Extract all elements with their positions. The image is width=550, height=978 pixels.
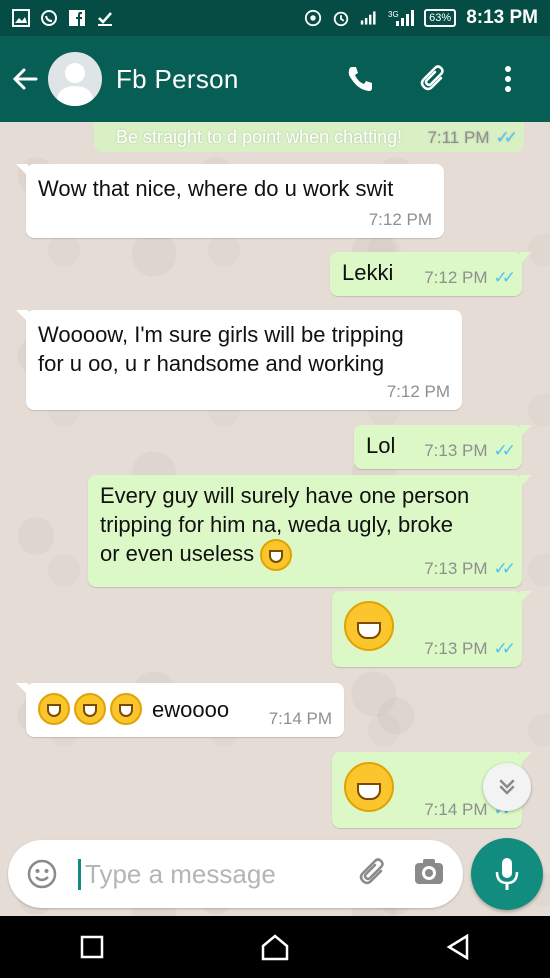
message-text: Lekki: [342, 260, 394, 285]
message-outgoing[interactable]: Every guy will surely have one person tr…: [88, 475, 532, 587]
svg-text:3G: 3G: [388, 10, 399, 19]
signal-3g-icon: 3G: [388, 9, 415, 27]
message-emoji: [344, 762, 394, 812]
battery-indicator: 63%: [424, 9, 457, 27]
message-meta: 7:11 PM ✓✓: [427, 128, 518, 148]
message-incoming[interactable]: ewoooo 7:14 PM: [16, 683, 344, 737]
composer-actions: [357, 856, 445, 893]
chat-header: Fb Person: [0, 36, 550, 122]
whatsapp-icon: [40, 9, 58, 27]
message-time: 7:12 PM: [368, 210, 432, 229]
message-meta: 7:14 PM: [269, 709, 332, 729]
message-text: Lol: [366, 433, 396, 458]
home-button[interactable]: [245, 922, 305, 972]
read-receipt-icon: ✓✓: [493, 441, 516, 460]
smiley-icon: [27, 859, 57, 889]
message-time: 7:12 PM: [424, 268, 488, 287]
voice-record-button[interactable]: [471, 838, 543, 910]
status-bar: 3G 63% 8:13 PM: [0, 0, 550, 36]
message-text: Woooow, I'm sure girls will be tripping …: [38, 320, 404, 378]
message-meta: 7:12 PM: [387, 382, 450, 402]
back-nav-button[interactable]: [428, 922, 488, 972]
home-icon: [261, 934, 289, 961]
message-text: Every guy will surely have one person tr…: [100, 481, 470, 572]
read-receipt-icon: ✓✓: [493, 559, 516, 578]
default-person-icon: [56, 63, 94, 106]
read-receipt-icon: ✓✓: [493, 639, 516, 658]
message-meta: 7:13 PM ✓✓: [424, 441, 516, 461]
message-text: ewoooo: [38, 693, 229, 725]
gallery-icon: [12, 9, 30, 27]
tears-of-joy-emoji-icon: [38, 693, 70, 725]
message-line: tripping for him na, weda ugly, broke: [100, 512, 453, 537]
message-incoming[interactable]: Wow that nice, where do u work swit 7:12…: [16, 164, 444, 238]
recent-apps-button[interactable]: [62, 922, 122, 972]
microphone-icon: [495, 858, 519, 890]
tears-of-joy-emoji-icon: [74, 693, 106, 725]
message-meta: 7:12 PM: [369, 210, 432, 230]
more-options-button[interactable]: [486, 57, 530, 101]
rolling-laughing-emoji-icon: [344, 601, 394, 651]
attach-button[interactable]: [357, 856, 389, 893]
message-outgoing[interactable]: Lol 7:13 PM ✓✓: [354, 425, 532, 469]
message-line: for u oo, u r handsome and working: [38, 351, 385, 376]
grinning-emoji-icon: [344, 762, 394, 812]
square-icon: [80, 935, 103, 959]
facebook-icon: [68, 9, 86, 27]
message-line: Every guy will surely have one person: [100, 483, 470, 508]
message-time: 7:13 PM: [424, 559, 488, 578]
message-incoming[interactable]: Woooow, I'm sure girls will be tripping …: [16, 310, 462, 410]
header-actions: [338, 57, 530, 101]
system-icons: 3G 63% 8:13 PM: [304, 7, 538, 29]
banner-text: Be straight to d point when chatting!: [116, 126, 403, 147]
contact-name[interactable]: Fb Person: [116, 64, 239, 95]
emoji-button[interactable]: [20, 852, 64, 896]
message-time: 7:14 PM: [424, 800, 488, 819]
tears-of-joy-emoji-icon: [110, 693, 142, 725]
chevron-double-down-icon: [499, 779, 515, 795]
pinned-message-banner[interactable]: Be straight to d point when chatting! 7:…: [94, 122, 524, 152]
message-input[interactable]: [78, 858, 328, 890]
more-vertical-icon: [505, 66, 511, 92]
arrow-left-icon: [12, 68, 38, 90]
message-line: or even useless: [100, 539, 469, 572]
message-text: Wow that nice, where do u work swit: [38, 176, 394, 201]
triangle-back-icon: [446, 933, 469, 961]
message-time: 7:13 PM: [424, 441, 488, 460]
message-time: 7:12 PM: [386, 382, 450, 401]
read-receipt-icon: ✓✓: [495, 128, 518, 147]
message-time: 7:13 PM: [424, 639, 488, 658]
message-time: 7:11 PM: [427, 128, 490, 147]
download-done-icon: [96, 9, 114, 27]
message-line: Woooow, I'm sure girls will be tripping: [38, 322, 404, 347]
paperclip-icon: [420, 65, 444, 91]
message-meta: 7:13 PM ✓✓: [424, 559, 516, 579]
system-nav-bar: [0, 916, 550, 978]
notification-icons: [12, 9, 114, 27]
message-meta: 7:12 PM ✓✓: [424, 268, 516, 288]
camera-button[interactable]: [413, 856, 445, 893]
message-composer: [8, 840, 463, 908]
back-button[interactable]: [2, 56, 48, 102]
grinning-emoji-icon: [260, 539, 293, 572]
alarm-icon: [332, 9, 350, 27]
hotspot-icon: [304, 9, 322, 27]
message-line-text: or even useless: [100, 541, 255, 566]
voice-call-button[interactable]: [338, 57, 382, 101]
attach-button[interactable]: [412, 57, 456, 101]
camera-icon: [415, 858, 443, 884]
avatar[interactable]: [48, 52, 102, 106]
clock: 8:13 PM: [466, 7, 538, 28]
message-emoji: [344, 601, 394, 651]
signal-icon: [360, 9, 378, 27]
scroll-to-bottom-button[interactable]: [483, 763, 531, 811]
message-outgoing[interactable]: 7:13 PM ✓✓: [332, 591, 532, 667]
read-receipt-icon: ✓✓: [493, 268, 516, 287]
message-line-text: ewoooo: [152, 696, 230, 722]
message-outgoing[interactable]: Lekki 7:12 PM ✓✓: [330, 252, 532, 296]
message-time: 7:14 PM: [268, 709, 332, 728]
phone-icon: [348, 67, 372, 91]
message-meta: 7:13 PM ✓✓: [424, 639, 516, 659]
paperclip-icon: [359, 857, 384, 884]
